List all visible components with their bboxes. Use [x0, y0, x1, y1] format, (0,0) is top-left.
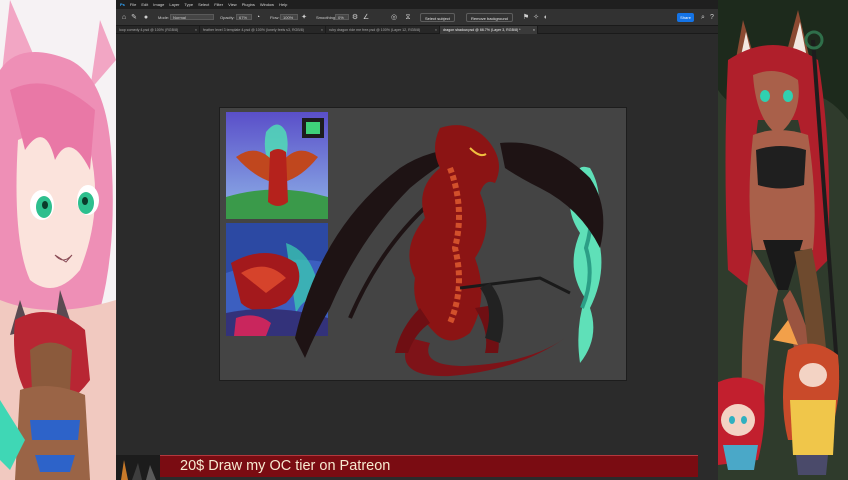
opacity-value: 67%	[239, 15, 248, 20]
close-icon[interactable]: ×	[195, 26, 197, 34]
menu-bar: Ps File Edit Image Layer Type Select Fil…	[116, 0, 718, 9]
dragon-drawing	[295, 125, 604, 377]
document-tab-label: loop comedy 4.psd @ 100% (RGB/8)	[119, 28, 179, 32]
document-tab-label: feather level 3 template 4.psd @ 100% (l…	[203, 28, 304, 32]
flag-icon[interactable]: ⚑	[522, 13, 530, 22]
help-icon[interactable]: ?	[708, 13, 716, 22]
pressure-opacity-icon[interactable]: ◔	[254, 13, 262, 22]
mode-value: Normal	[173, 15, 186, 20]
menu-image[interactable]: Image	[153, 0, 164, 9]
banner-text: 20$ Draw my OC tier on Patreon	[180, 458, 391, 474]
brush-preset-icon[interactable]: ●	[142, 13, 150, 22]
canvas-workspace[interactable]	[116, 34, 718, 455]
flow-value: 100%	[283, 15, 294, 20]
search-icon[interactable]: ⌕	[699, 13, 707, 22]
smoothing-input[interactable]: 0%	[335, 14, 349, 20]
menu-edit[interactable]: Edit	[141, 0, 148, 9]
menu-help[interactable]: Help	[279, 0, 287, 9]
document-tab[interactable]: ruby dragon ride me free.psd @ 100% (Lay…	[326, 26, 440, 34]
share-button[interactable]: Share	[677, 13, 694, 22]
smoothing-label: Smoothing:	[316, 15, 337, 20]
menu-window[interactable]: Window	[260, 0, 274, 9]
document-canvas[interactable]	[220, 108, 626, 380]
brush-angle-icon[interactable]: ∠	[362, 13, 370, 22]
right-vtuber-overlay	[718, 0, 848, 480]
red-haired-character-art	[718, 0, 848, 480]
smoothing-value: 0%	[338, 15, 344, 20]
document-tab-label: dragon shadow.psd @ 66.7% (Layer 3, RGB/…	[443, 28, 521, 32]
share-label: Share	[680, 15, 691, 20]
select-subject-label: Select subject	[425, 16, 450, 21]
opacity-label: Opacity:	[220, 15, 235, 20]
document-tab[interactable]: feather level 3 template 4.psd @ 100% (l…	[200, 26, 326, 34]
ps-logo[interactable]: Ps	[120, 0, 125, 9]
document-tab-active[interactable]: dragon shadow.psd @ 66.7% (Layer 3, RGB/…	[440, 26, 538, 34]
close-icon[interactable]: ×	[321, 26, 323, 34]
airbrush-icon[interactable]: ✦	[300, 13, 308, 22]
document-tab-bar: loop comedy 4.psd @ 100% (RGB/8) × feath…	[116, 26, 718, 34]
pressure-size-icon[interactable]: ◎	[390, 13, 398, 22]
options-bar: ⌂ ✎ ● Mode: Normal Opacity: 67% ◔ Flow: …	[116, 9, 718, 26]
menu-layer[interactable]: Layer	[169, 0, 179, 9]
magic-icon[interactable]: ✧	[532, 13, 540, 22]
menu-filter[interactable]: Filter	[214, 0, 223, 9]
home-icon[interactable]: ⌂	[120, 13, 128, 22]
smoothing-options-icon[interactable]: ⚙	[351, 13, 359, 22]
menu-plugins[interactable]: Plugins	[242, 0, 255, 9]
menu-type[interactable]: Type	[184, 0, 193, 9]
mode-label: Mode:	[158, 15, 170, 20]
flow-input[interactable]: 100%	[280, 14, 298, 20]
close-icon[interactable]: ×	[435, 26, 437, 34]
brush-tool-icon[interactable]: ✎	[130, 13, 138, 22]
opacity-input[interactable]: 67%	[236, 14, 252, 20]
document-tab-label: ruby dragon ride me free.psd @ 100% (Lay…	[329, 28, 421, 32]
select-subject-button[interactable]: Select subject	[420, 13, 455, 22]
close-icon[interactable]: ×	[533, 26, 535, 34]
menu-file[interactable]: File	[130, 0, 136, 9]
photoshop-window: Ps File Edit Image Layer Type Select Fil…	[116, 0, 718, 455]
symmetry-icon[interactable]: ⧖	[404, 13, 412, 22]
color-icon[interactable]: ◐	[542, 13, 550, 22]
remove-background-button[interactable]: Remove background	[466, 13, 513, 22]
document-tab[interactable]: loop comedy 4.psd @ 100% (RGB/8) ×	[116, 26, 200, 34]
remove-background-label: Remove background	[471, 16, 508, 21]
menu-view[interactable]: View	[228, 0, 237, 9]
pink-haired-character-art	[0, 0, 116, 480]
mode-dropdown[interactable]: Normal	[170, 14, 214, 20]
left-vtuber-overlay	[0, 0, 116, 480]
patreon-banner: 20$ Draw my OC tier on Patreon	[160, 455, 698, 477]
menu-select[interactable]: Select	[198, 0, 209, 9]
bottom-overlay-strip	[116, 455, 160, 480]
flow-label: Flow:	[270, 15, 280, 20]
